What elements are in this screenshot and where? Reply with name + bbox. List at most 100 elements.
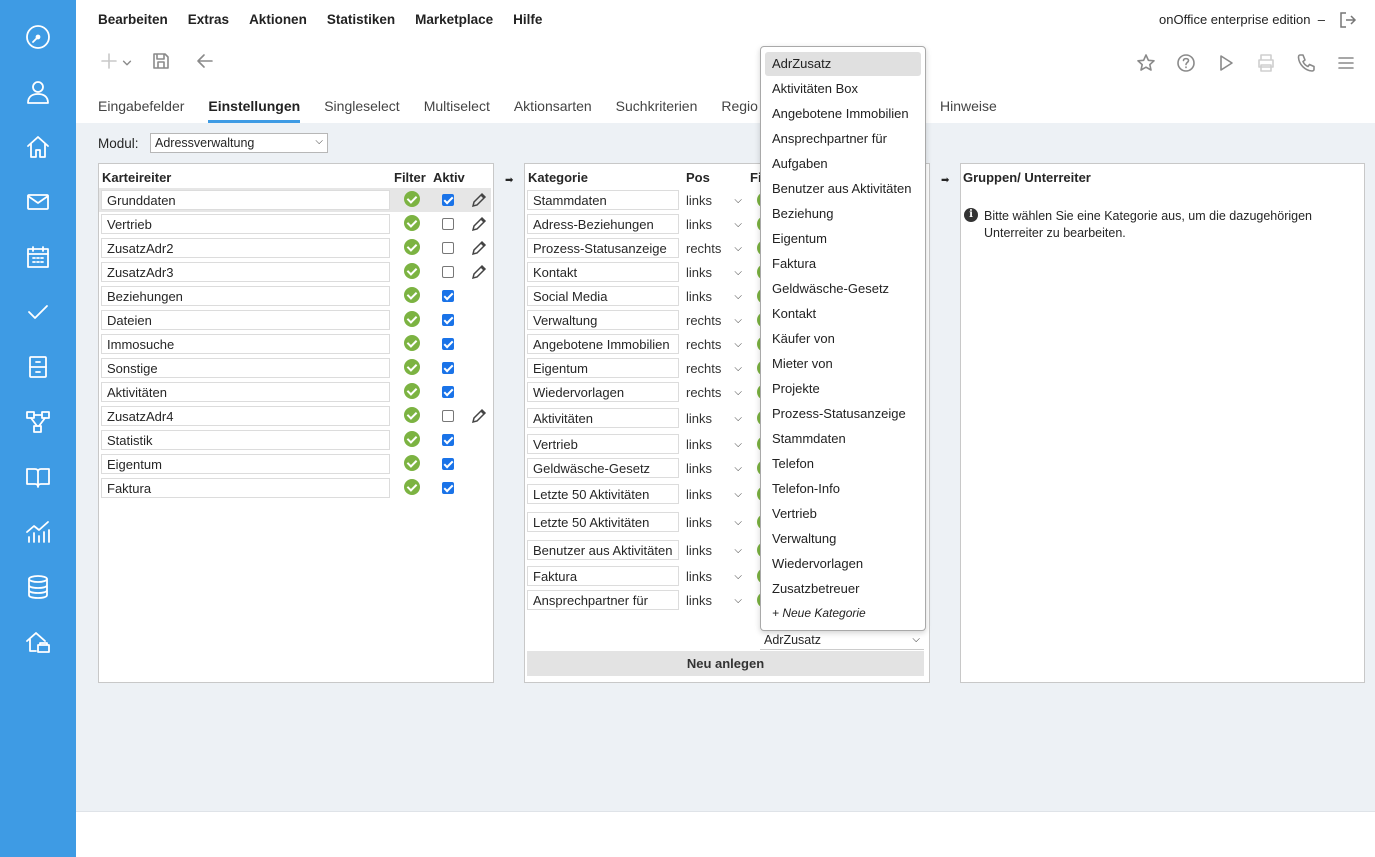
karteireiter-name-field[interactable]: Immosuche <box>101 334 390 354</box>
aktiv-checkbox[interactable] <box>442 458 454 470</box>
aktiv-checkbox[interactable] <box>442 362 454 374</box>
tab-aktionsarten[interactable]: Aktionsarten <box>514 98 592 123</box>
book-icon[interactable] <box>20 459 56 495</box>
aktiv-checkbox[interactable] <box>442 314 454 326</box>
dropdown-option[interactable]: Mieter von <box>765 352 921 376</box>
aktiv-checkbox[interactable] <box>442 482 454 494</box>
kategorie-name-field[interactable]: Stammdaten <box>527 190 679 210</box>
pos-select[interactable]: links ⌵ <box>686 487 742 507</box>
kategorie-name-field[interactable]: Verwaltung <box>527 310 679 330</box>
kategorie-name-field[interactable]: Aktivitäten <box>527 408 679 428</box>
pencil-icon[interactable] <box>470 263 488 281</box>
dropdown-option[interactable]: AdrZusatz <box>765 52 921 76</box>
menu-aktionen[interactable]: Aktionen <box>249 12 307 27</box>
pos-select[interactable]: rechts ⌵ <box>686 361 742 381</box>
tab-singleselect[interactable]: Singleselect <box>324 98 400 123</box>
kategorie-name-field[interactable]: Benutzer aus Aktivitäten <box>527 540 679 560</box>
pencil-icon[interactable] <box>470 191 488 209</box>
pencil-icon[interactable] <box>470 215 488 233</box>
pencil-icon[interactable] <box>470 239 488 257</box>
dropdown-option[interactable]: Angebotene Immobilien <box>765 102 921 126</box>
aktiv-checkbox[interactable] <box>442 338 454 350</box>
dropdown-option[interactable]: Benutzer aus Aktivitäten <box>765 177 921 201</box>
tab-suchkriterien[interactable]: Suchkriterien <box>616 98 698 123</box>
karteireiter-name-field[interactable]: ZusatzAdr4 <box>101 406 390 426</box>
check-circle-icon[interactable] <box>404 479 420 495</box>
check-circle-icon[interactable] <box>404 359 420 375</box>
dropdown-option[interactable]: Ansprechpartner für <box>765 127 921 151</box>
dropdown-option[interactable]: Kontakt <box>765 302 921 326</box>
kategorie-name-field[interactable]: Eigentum <box>527 358 679 378</box>
kategorie-name-field[interactable]: Angebotene Immobilien <box>527 334 679 354</box>
dropdown-option[interactable]: Vertrieb <box>765 502 921 526</box>
dropdown-option[interactable]: Stammdaten <box>765 427 921 451</box>
aktiv-checkbox[interactable] <box>442 386 454 398</box>
kategorie-name-field[interactable]: Geldwäsche-Gesetz <box>527 458 679 478</box>
kategorie-name-field[interactable]: Faktura <box>527 566 679 586</box>
dashboard-icon[interactable] <box>20 19 56 55</box>
karteireiter-name-field[interactable]: ZusatzAdr3 <box>101 262 390 282</box>
statistics-icon[interactable] <box>20 514 56 550</box>
menu-hilfe[interactable]: Hilfe <box>513 12 542 27</box>
dropdown-option[interactable]: Prozess-Statusanzeige <box>765 402 921 426</box>
pos-select[interactable]: links ⌵ <box>686 569 742 589</box>
kategorie-name-field[interactable]: Ansprechpartner für <box>527 590 679 610</box>
aktiv-checkbox[interactable] <box>442 434 454 446</box>
karteireiter-name-field[interactable]: Faktura <box>101 478 390 498</box>
pos-select[interactable]: links ⌵ <box>686 411 742 431</box>
phone-icon[interactable] <box>1295 52 1317 74</box>
menu-marketplace[interactable]: Marketplace <box>415 12 493 27</box>
check-circle-icon[interactable] <box>404 191 420 207</box>
kategorie-name-field[interactable]: Vertrieb <box>527 434 679 454</box>
calendar-icon[interactable] <box>20 239 56 275</box>
home-icon[interactable] <box>20 129 56 165</box>
user-icon[interactable] <box>20 74 56 110</box>
dropdown-option[interactable]: Telefon-Info <box>765 477 921 501</box>
check-circle-icon[interactable] <box>404 287 420 303</box>
pos-select[interactable]: rechts ⌵ <box>686 337 742 357</box>
aktiv-checkbox[interactable] <box>442 290 454 302</box>
aktiv-checkbox[interactable] <box>442 218 454 230</box>
check-circle-icon[interactable] <box>404 239 420 255</box>
check-icon[interactable] <box>20 294 56 330</box>
dropdown-option[interactable]: Eigentum <box>765 227 921 251</box>
check-circle-icon[interactable] <box>404 383 420 399</box>
aktiv-checkbox[interactable] <box>442 194 454 206</box>
karteireiter-name-field[interactable]: Dateien <box>101 310 390 330</box>
karteireiter-name-field[interactable]: Grunddaten <box>101 190 390 210</box>
karteireiter-name-field[interactable]: Aktivitäten <box>101 382 390 402</box>
karteireiter-name-field[interactable]: Statistik <box>101 430 390 450</box>
kategorie-name-field[interactable]: Adress-Beziehungen <box>527 214 679 234</box>
pos-select[interactable]: links ⌵ <box>686 461 742 481</box>
check-circle-icon[interactable] <box>404 335 420 351</box>
help-icon[interactable] <box>1175 52 1197 74</box>
aktiv-checkbox[interactable] <box>442 242 454 254</box>
add-icon[interactable] <box>98 50 120 72</box>
chevron-down-icon[interactable] <box>120 52 134 74</box>
menu-extras[interactable]: Extras <box>188 12 229 27</box>
database-icon[interactable] <box>20 569 56 605</box>
pencil-icon[interactable] <box>470 407 488 425</box>
tab-einstellungen[interactable]: Einstellungen <box>208 98 301 123</box>
tab-regio[interactable]: Regio <box>721 98 758 123</box>
pos-select[interactable]: links ⌵ <box>686 265 742 285</box>
pos-select[interactable]: links ⌵ <box>686 289 742 309</box>
karteireiter-name-field[interactable]: Sonstige <box>101 358 390 378</box>
check-circle-icon[interactable] <box>404 215 420 231</box>
kategorie-name-field[interactable]: Wiedervorlagen <box>527 382 679 402</box>
check-circle-icon[interactable] <box>404 263 420 279</box>
kategorie-name-field[interactable]: Letzte 50 Aktivitäten <box>527 512 679 532</box>
save-icon[interactable] <box>150 50 172 72</box>
new-kategorie-option[interactable]: + Neue Kategorie <box>765 602 921 626</box>
karteireiter-name-field[interactable]: Vertrieb <box>101 214 390 234</box>
dropdown-option[interactable]: Telefon <box>765 452 921 476</box>
back-arrow-icon[interactable] <box>194 50 216 72</box>
mail-icon[interactable] <box>20 184 56 220</box>
logout-icon[interactable] <box>1339 11 1357 29</box>
dropdown-option[interactable]: Verwaltung <box>765 527 921 551</box>
star-icon[interactable] <box>1135 52 1157 74</box>
print-icon[interactable] <box>1255 52 1277 74</box>
kategorie-name-field[interactable]: Social Media <box>527 286 679 306</box>
aktiv-checkbox[interactable] <box>442 410 454 422</box>
dropdown-option[interactable]: Aufgaben <box>765 152 921 176</box>
